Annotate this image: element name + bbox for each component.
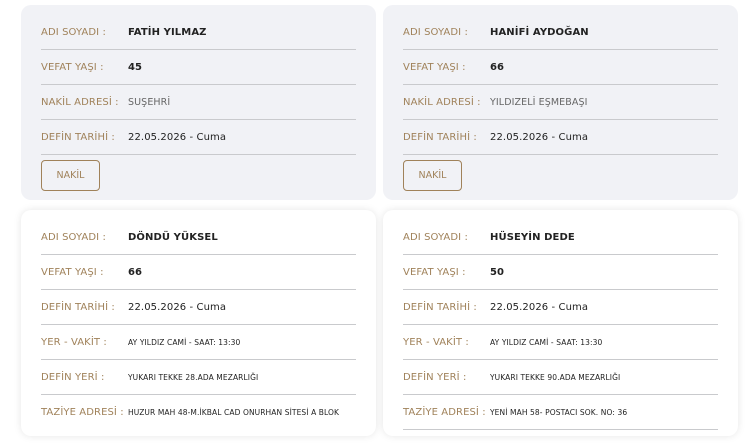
name-label: ADI SOYADI : [403,26,468,38]
burial-date-label: DEFİN TARİHİ : [403,301,477,313]
age-label: VEFAT YAŞI : [403,61,466,73]
burial-place-row: DEFİN YERİ : YUKARI TEKKE 90.ADA MEZARLI… [403,360,718,395]
place-time-row: YER - VAKİT : AY YILDIZ CAMİ - SAAT: 13:… [41,325,356,360]
transfer-address-row: NAKİL ADRESİ : YILDIZELİ EŞMEBAŞI [403,85,718,120]
condolence-address-row: TAZİYE ADRESİ : HUZUR MAH 48-M.İKBAL CAD… [41,395,356,430]
condolence-address-value: YENİ MAH 58- POSTACI SOK. NO: 36 [490,407,628,417]
age-value: 45 [128,61,143,73]
nakil-button[interactable]: NAKİL [403,160,462,191]
name-label: ADI SOYADI : [403,231,468,243]
obituary-card-dondu: ADI SOYADI : DÖNDÜ YÜKSEL VEFAT YAŞI : 6… [21,210,376,436]
age-value: 66 [490,61,505,73]
place-time-value: AY YILDIZ CAMİ - SAAT: 13:30 [128,337,241,347]
obituary-list: ADI SOYADI : FATİH YILMAZ VEFAT YAŞI : 4… [0,0,754,444]
burial-place-label: DEFİN YERİ : [41,371,105,383]
name-value: HANİFİ AYDOĞAN [490,26,589,38]
name-value: HÜSEYİN DEDE [490,231,575,243]
age-value: 50 [490,266,505,278]
burial-date-row: DEFİN TARİHİ : 22.05.2026 - Cuma [403,120,718,155]
name-row: ADI SOYADI : HÜSEYİN DEDE [403,220,718,255]
age-label: VEFAT YAŞI : [403,266,466,278]
nakil-button[interactable]: NAKİL [41,160,100,191]
name-label: ADI SOYADI : [41,231,106,243]
burial-place-value: YUKARI TEKKE 90.ADA MEZARLIĞI [490,372,621,382]
place-time-label: YER - VAKİT : [41,336,107,348]
condolence-address-label: TAZİYE ADRESİ : [403,406,486,418]
age-label: VEFAT YAŞI : [41,266,104,278]
transfer-address-value: SUŞEHRİ [128,96,171,108]
age-value: 66 [128,266,143,278]
condolence-address-row: TAZİYE ADRESİ : YENİ MAH 58- POSTACI SOK… [403,395,718,430]
name-row: ADI SOYADI : HANİFİ AYDOĞAN [403,15,718,50]
burial-place-row: DEFİN YERİ : YUKARI TEKKE 28.ADA MEZARLI… [41,360,356,395]
transfer-address-row: NAKİL ADRESİ : SUŞEHRİ [41,85,356,120]
burial-date-label: DEFİN TARİHİ : [403,131,477,143]
transfer-address-label: NAKİL ADRESİ : [403,96,481,108]
obituary-card-fatih: ADI SOYADI : FATİH YILMAZ VEFAT YAŞI : 4… [21,5,376,200]
transfer-address-label: NAKİL ADRESİ : [41,96,119,108]
condolence-address-label: TAZİYE ADRESİ : [41,407,124,418]
name-value: FATİH YILMAZ [128,26,207,38]
age-row: VEFAT YAŞI : 45 [41,50,356,85]
burial-date-row: DEFİN TARİHİ : 22.05.2026 - Cuma [403,290,718,325]
burial-date-value: 22.05.2026 - Cuma [128,131,227,143]
burial-place-value: YUKARI TEKKE 28.ADA MEZARLIĞI [128,372,259,382]
transfer-address-value: YILDIZELİ EŞMEBAŞI [490,96,588,108]
place-time-label: YER - VAKİT : [403,336,469,348]
name-label: ADI SOYADI : [41,26,106,38]
burial-date-label: DEFİN TARİHİ : [41,301,115,313]
name-row: ADI SOYADI : DÖNDÜ YÜKSEL [41,220,356,255]
burial-date-row: DEFİN TARİHİ : 22.05.2026 - Cuma [41,120,356,155]
burial-date-value: 22.05.2026 - Cuma [128,301,227,313]
burial-place-label: DEFİN YERİ : [403,371,467,383]
condolence-address-value: HUZUR MAH 48-M.İKBAL CAD ONURHAN SİTESİ … [128,408,340,417]
burial-date-row: DEFİN TARİHİ : 22.05.2026 - Cuma [41,290,356,325]
age-row: VEFAT YAŞI : 50 [403,255,718,290]
age-label: VEFAT YAŞI : [41,61,104,73]
age-row: VEFAT YAŞI : 66 [41,255,356,290]
burial-date-label: DEFİN TARİHİ : [41,131,115,143]
place-time-row: YER - VAKİT : AY YILDIZ CAMİ - SAAT: 13:… [403,325,718,360]
age-row: VEFAT YAŞI : 66 [403,50,718,85]
name-value: DÖNDÜ YÜKSEL [128,231,218,243]
place-time-value: AY YILDIZ CAMİ - SAAT: 13:30 [490,337,603,347]
obituary-card-hanifi: ADI SOYADI : HANİFİ AYDOĞAN VEFAT YAŞI :… [383,5,738,200]
name-row: ADI SOYADI : FATİH YILMAZ [41,15,356,50]
burial-date-value: 22.05.2026 - Cuma [490,301,589,313]
burial-date-value: 22.05.2026 - Cuma [490,131,589,143]
obituary-card-huseyin: ADI SOYADI : HÜSEYİN DEDE VEFAT YAŞI : 5… [383,210,738,436]
